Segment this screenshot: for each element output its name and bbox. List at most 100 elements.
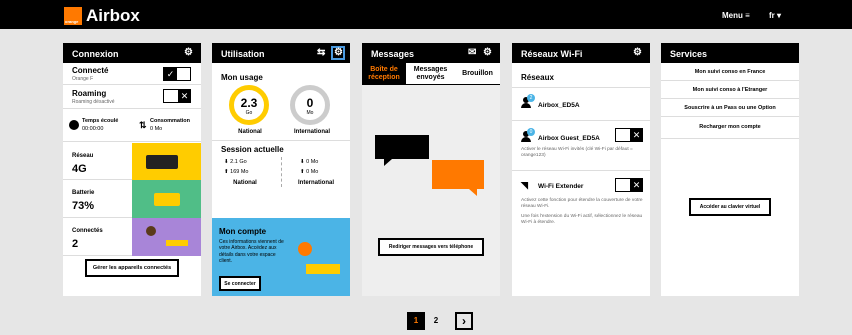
gear-icon[interactable]: ⚙ xyxy=(483,48,493,58)
connect-button[interactable]: Se connecter xyxy=(219,276,261,291)
gear-icon[interactable]: ⚙ xyxy=(633,48,643,58)
chat-bubble-dark-tail xyxy=(384,159,392,166)
chat-bubble-dark xyxy=(375,135,429,159)
account-text: Ces informations viennent de votre Airbo… xyxy=(219,239,284,265)
international-label: International xyxy=(293,129,330,135)
battery-row: Batterie 73% xyxy=(63,180,201,218)
account-title: Mon compte xyxy=(219,227,267,236)
gear-icon[interactable]: ⚙ xyxy=(184,48,194,58)
logo-text: orange xyxy=(65,19,79,24)
check-icon: ✓ xyxy=(164,68,177,80)
services-header: Services xyxy=(661,43,799,63)
services-title: Services xyxy=(670,49,708,59)
compose-icon[interactable]: ✉ xyxy=(468,48,478,58)
national-value: 2.3 xyxy=(240,96,258,110)
international-download-value: 0 Mo xyxy=(306,159,319,165)
connexion-card: Connexion ⚙ Connecté Orange F ✓ Roaming … xyxy=(63,43,201,296)
guest-network-toggle[interactable]: ✕ xyxy=(615,128,643,142)
battery-label: Batterie xyxy=(72,190,95,196)
tab-inbox[interactable]: Boîte de réception xyxy=(362,63,406,85)
wifi-title: Réseaux Wi-Fi xyxy=(521,49,583,59)
session-label: Session actuelle xyxy=(221,145,284,154)
services-card: Services Mon suivi conso en France Mon s… xyxy=(661,43,799,296)
virtual-keyboard-button[interactable]: Accéder au clavier virtuel xyxy=(689,198,771,216)
session-international-label: International xyxy=(297,180,334,186)
connected-row: Connecté Orange F ✓ xyxy=(63,63,201,85)
refresh-icon[interactable]: ⇆ xyxy=(317,48,327,58)
manage-devices-button[interactable]: Gérer les appareils connectés xyxy=(85,259,179,277)
chat-bubble-orange xyxy=(432,160,484,189)
time-consumption-row: Temps écoulé 00:00:00 ⇅ Consommation 0 M… xyxy=(63,110,201,142)
network-label: Réseau xyxy=(72,153,94,159)
close-icon: ✕ xyxy=(178,90,191,102)
roaming-toggle[interactable]: ✕ xyxy=(163,89,191,103)
page-1-button[interactable]: 1 xyxy=(407,312,425,330)
extender-description-2: Une fois l'extension du Wi-Fi actif, sél… xyxy=(521,214,643,225)
next-page-button[interactable]: › xyxy=(455,312,473,330)
orange-logo[interactable]: orange xyxy=(64,7,82,25)
net1-count-badge: 2 xyxy=(527,94,535,102)
account-panel: Mon compte Ces informations viennent de … xyxy=(212,218,350,296)
connection-toggle[interactable]: ✓ xyxy=(163,67,191,81)
redirect-messages-button[interactable]: Rediriger messages vers téléphone xyxy=(378,238,484,256)
session-national-label: National xyxy=(233,180,257,186)
roaming-row: Roaming Roaming désactivé ✕ xyxy=(63,85,201,109)
wifi-card: Réseaux Wi-Fi ⚙ Réseaux 2 Airbox_ED5A 0 … xyxy=(512,43,650,296)
battery-value: 73% xyxy=(72,200,95,212)
app-title: Airbox xyxy=(86,6,140,25)
connected-devices-row: Connectés 2 xyxy=(63,218,201,256)
divider xyxy=(512,87,650,88)
network-value: 4G xyxy=(72,163,87,175)
national-unit: Go xyxy=(245,110,253,116)
international-upload-value: 0 Mo xyxy=(306,169,319,175)
transfer-icon: ⇅ xyxy=(139,120,147,130)
top-bar: orange Airbox Menu ≡ fr ▾ xyxy=(0,0,852,29)
service-link[interactable]: Recharger mon compte xyxy=(661,117,799,139)
tab-drafts[interactable]: Brouillon xyxy=(455,63,500,85)
account-illustration xyxy=(298,242,312,256)
net2-count-badge: 0 xyxy=(527,128,535,136)
network2-name: Airbox Guest_ED5A xyxy=(538,135,600,142)
operator-name: Orange F xyxy=(72,76,94,82)
service-link[interactable]: Souscrire à un Pass ou une Option xyxy=(661,99,799,117)
wifi-header: Réseaux Wi-Fi ⚙ xyxy=(512,43,650,63)
clock-icon xyxy=(69,120,79,130)
service-link[interactable]: Mon suivi conso à l'Etranger xyxy=(661,81,799,99)
international-unit: Mo xyxy=(306,110,314,116)
messages-area: Rediriger messages vers téléphone xyxy=(362,85,500,296)
battery-illustration xyxy=(132,180,201,218)
network1-name: Airbox_ED5A xyxy=(538,102,580,109)
roaming-status: Roaming désactivé xyxy=(72,99,115,105)
roaming-label: Roaming xyxy=(72,89,107,98)
national-upload: ⬆ 169 Mo xyxy=(224,169,249,175)
network-row: Réseau 4G xyxy=(63,143,201,180)
connected-label: Connecté xyxy=(72,66,109,75)
international-upload: ⬆ 0 Mo xyxy=(300,169,319,175)
extender-toggle[interactable]: ✕ xyxy=(615,178,643,192)
service-link[interactable]: Mon suivi conso en France xyxy=(661,63,799,81)
international-gauge: 0 Mo xyxy=(290,85,330,125)
extender-label: Wi-Fi Extender xyxy=(538,183,584,190)
tab-sent[interactable]: Messages envoyés xyxy=(406,63,455,85)
chat-bubble-orange-tail xyxy=(469,189,477,196)
elapsed-value: 00:00:00 xyxy=(82,126,104,132)
close-icon: ✕ xyxy=(630,129,643,141)
messages-title: Messages xyxy=(371,49,415,59)
language-select[interactable]: fr ▾ xyxy=(769,11,781,20)
networks-label: Réseaux xyxy=(521,73,554,82)
menu-button[interactable]: Menu ≡ xyxy=(722,11,750,20)
divider xyxy=(212,140,350,141)
devices-illustration xyxy=(132,218,201,256)
elapsed-label: Temps écoulé xyxy=(82,118,119,124)
extender-description: Activez cette fonction pour étendre la c… xyxy=(521,198,643,209)
guest-network-description: Activer le réseau Wi-Fi invités (clé Wi-… xyxy=(521,147,633,158)
close-icon: ✕ xyxy=(630,179,643,191)
user-icon: 0 xyxy=(521,128,535,142)
page-2-button[interactable]: 2 xyxy=(427,312,445,330)
divider xyxy=(512,170,650,171)
gear-icon[interactable]: ⚙ xyxy=(331,46,345,60)
connexion-title: Connexion xyxy=(72,49,119,59)
usage-label: Mon usage xyxy=(221,73,263,82)
divider xyxy=(512,120,650,121)
national-download: ⬇ 2.1 Go xyxy=(224,159,247,165)
